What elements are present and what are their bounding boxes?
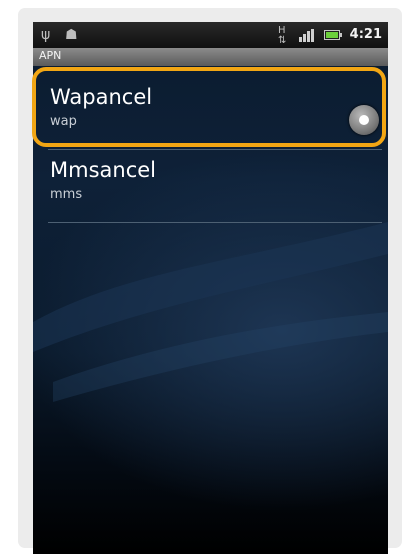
android-debug-icon: ☗ [65,27,78,43]
battery-icon [324,30,342,40]
title-bar: APN [33,48,388,66]
signal-bars-icon [299,29,314,42]
apn-name: Wapancel [50,85,153,109]
apn-type: wap [50,114,77,129]
radio-selected-dot [359,115,369,125]
apn-type: mms [50,187,83,202]
status-bar: ψ ☗ H ⇅ 4:21 [33,22,388,48]
data-transfer-icon: H ⇅ [278,25,287,46]
usb-icon: ψ [41,27,51,43]
phone-screen: ψ ☗ H ⇅ 4:21 APN Wapancel wap Mmsancel mm… [33,22,388,554]
apn-radio-button[interactable] [349,105,379,135]
apn-item-mmsancel[interactable]: Mmsancel mms [33,150,388,222]
status-time: 4:21 [349,27,382,42]
apn-name: Mmsancel [50,158,156,182]
page-title: APN [39,49,62,62]
list-divider [48,222,382,223]
apn-item-wapancel[interactable]: Wapancel wap [33,77,388,149]
